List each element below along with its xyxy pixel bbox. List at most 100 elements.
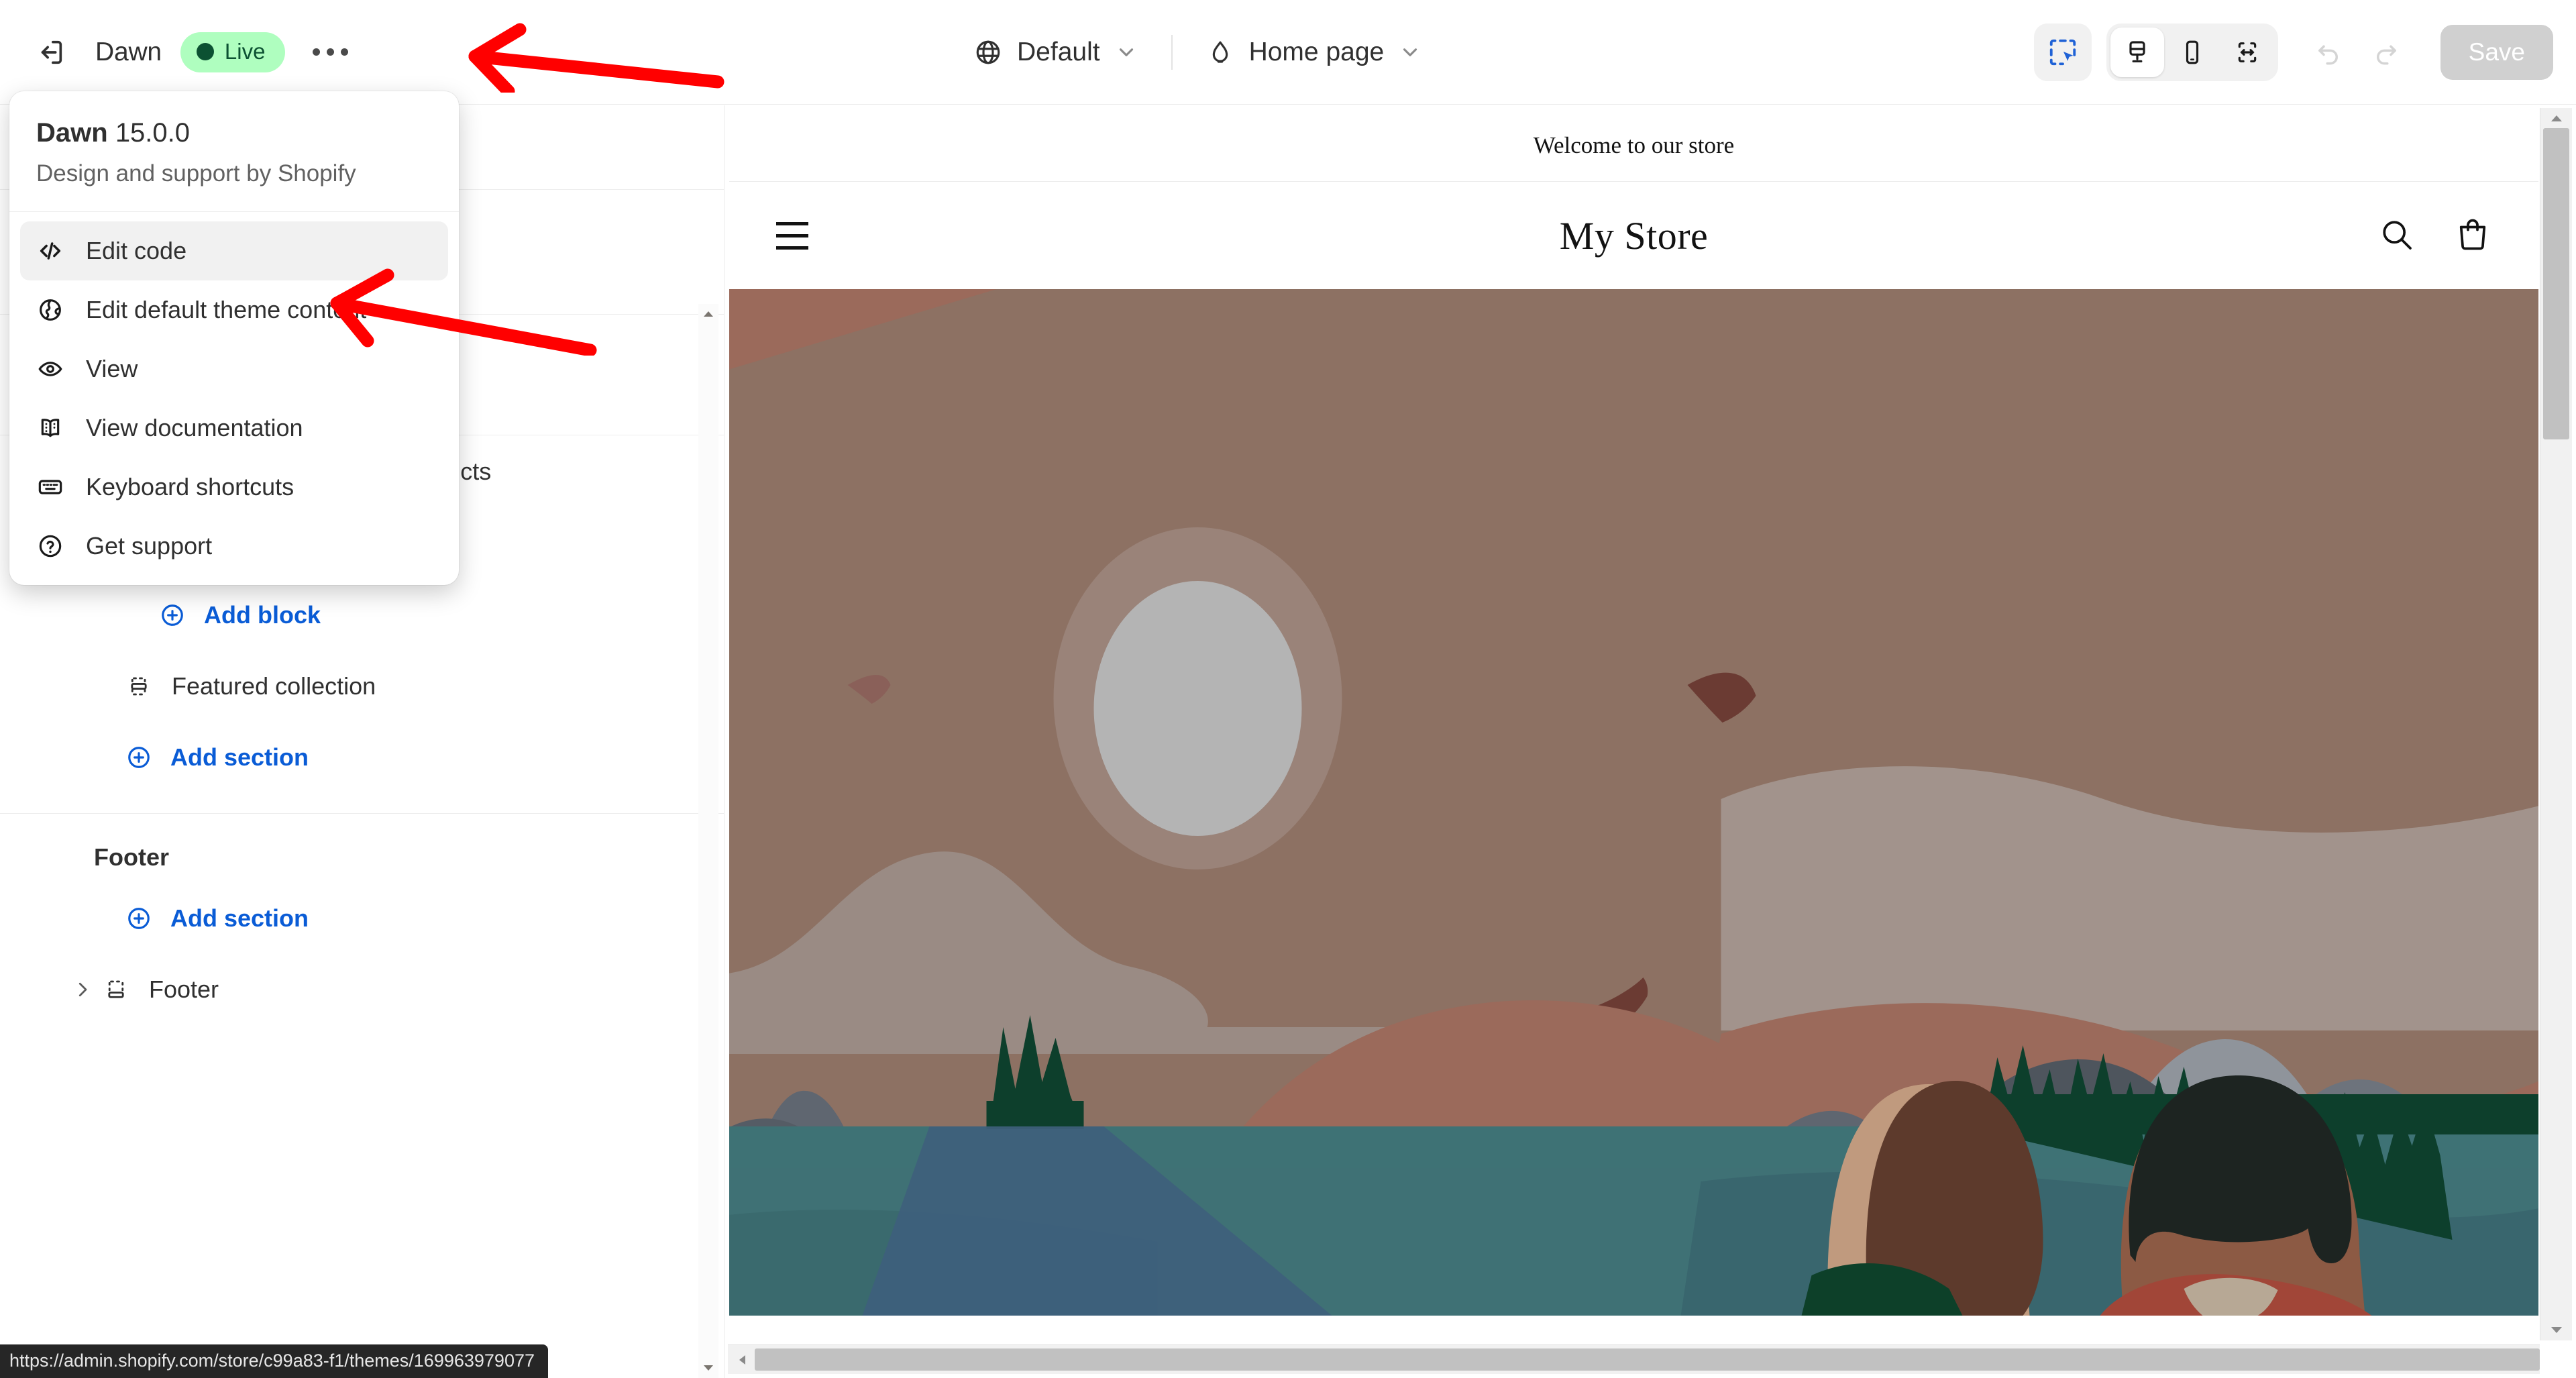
menu-item-view[interactable]: View [20, 339, 448, 399]
toolbar-left-group: Dawn Live [0, 25, 358, 80]
preview-frame: Welcome to our store My Store [729, 109, 2538, 1340]
sidebar-section-label: Featured collection [172, 672, 376, 700]
sidebar-scrollbar[interactable] [698, 304, 718, 1378]
add-block-button[interactable]: Add block [0, 580, 724, 650]
menu-item-view-documentation[interactable]: View documentation [20, 399, 448, 458]
select-tool-button[interactable] [2034, 23, 2092, 81]
menu-item-label: Get support [86, 532, 212, 560]
menu-item-label: View [86, 355, 138, 383]
globe-icon [974, 38, 1002, 66]
status-badge-label: Live [225, 39, 266, 64]
page-selector[interactable]: Home page [1191, 28, 1437, 76]
add-section-button-footer[interactable]: Add section [0, 884, 724, 953]
theme-name-label: Dawn [95, 38, 162, 67]
menu-theme-name: Dawn [36, 118, 108, 148]
storefront-preview: Welcome to our store My Store [725, 105, 2576, 1378]
status-badge: Live [180, 32, 286, 72]
device-mobile-button[interactable] [2165, 28, 2219, 77]
hero-illustration [729, 289, 2538, 1316]
book-icon [35, 413, 66, 443]
plus-circle-icon [121, 906, 157, 931]
theme-actions-menu: Dawn 15.0.0 Design and support by Shopif… [9, 91, 459, 585]
hamburger-icon[interactable] [776, 222, 808, 250]
section-icon [121, 674, 157, 698]
sidebar-group-title-footer: Footer [0, 814, 724, 884]
eye-icon [35, 354, 66, 384]
cart-icon[interactable] [2454, 215, 2491, 256]
scroll-down-arrow-icon[interactable] [2540, 1320, 2572, 1340]
header-actions [2377, 215, 2491, 256]
question-circle-icon [35, 531, 66, 562]
menu-item-label: Edit code [86, 237, 186, 265]
exit-editor-button[interactable] [23, 25, 78, 80]
preview-vertical-scrollbar[interactable] [2540, 108, 2572, 1340]
home-icon [1206, 38, 1234, 66]
device-preview-group [2106, 23, 2278, 81]
locale-selector[interactable]: Default [959, 28, 1152, 76]
sidebar-divider [0, 792, 724, 814]
preview-horizontal-scrollbar[interactable] [728, 1344, 2540, 1374]
top-toolbar: Dawn Live Default [0, 0, 2576, 105]
menu-item-keyboard-shortcuts[interactable]: Keyboard shortcuts [20, 458, 448, 517]
status-bar-url: https://admin.shopify.com/store/c99a83-f… [0, 1344, 548, 1378]
add-section-label: Add section [170, 904, 309, 933]
exit-icon [35, 37, 66, 68]
theme-editor-root: Dawn Live Default [0, 0, 2576, 1378]
chevron-right-icon[interactable] [67, 979, 98, 1000]
menu-items-list: Edit code Edit default theme content [9, 212, 459, 576]
preview-hscroll-thumb[interactable] [755, 1348, 2540, 1371]
undo-icon [2314, 38, 2343, 66]
menu-theme-subtitle: Design and support by Shopify [36, 160, 432, 187]
menu-item-label: Keyboard shortcuts [86, 473, 294, 501]
announcement-bar: Welcome to our store [729, 109, 2538, 182]
save-button[interactable]: Save [2440, 25, 2553, 80]
redo-icon [2372, 38, 2400, 66]
more-actions-button[interactable] [303, 25, 358, 80]
menu-item-edit-default-theme-content[interactable]: Edit default theme content [20, 280, 448, 339]
plus-circle-icon [121, 745, 157, 770]
menu-theme-version: 15.0.0 [115, 118, 190, 148]
ellipsis-icon [313, 48, 348, 56]
chevron-down-icon [1115, 41, 1138, 64]
status-dot-icon [197, 43, 214, 60]
sidebar-section-label: Footer [149, 975, 219, 1004]
select-tool-icon [2047, 37, 2078, 68]
scroll-down-arrow-icon[interactable] [698, 1358, 718, 1378]
device-fullwidth-button[interactable] [2220, 28, 2274, 77]
chevron-down-icon [1399, 41, 1421, 64]
menu-item-get-support[interactable]: Get support [20, 517, 448, 576]
search-icon[interactable] [2377, 215, 2415, 256]
menu-item-label: View documentation [86, 414, 303, 442]
mobile-icon [2179, 39, 2206, 66]
scroll-up-arrow-icon[interactable] [698, 304, 718, 324]
menu-item-label: Edit default theme content [86, 296, 366, 324]
menu-item-edit-code[interactable]: Edit code [20, 221, 448, 280]
full-width-icon [2234, 39, 2261, 66]
preview-vscroll-thumb[interactable] [2543, 128, 2569, 439]
add-block-label: Add block [204, 601, 321, 629]
menu-theme-title: Dawn 15.0.0 [36, 118, 432, 148]
sidebar-section-featured-collection[interactable]: Featured collection [0, 650, 724, 723]
plus-circle-icon [154, 602, 191, 628]
locale-label: Default [1017, 38, 1100, 67]
toolbar-right-group: Save [2034, 0, 2553, 105]
scroll-up-arrow-icon[interactable] [2540, 108, 2572, 128]
store-name: My Store [729, 213, 2538, 258]
undo-button[interactable] [2304, 28, 2353, 77]
add-section-button-template[interactable]: Add section [0, 723, 724, 792]
toolbar-center-group: Default Home page [959, 0, 1436, 105]
scroll-left-arrow-icon[interactable] [729, 1345, 755, 1374]
add-section-label: Add section [170, 743, 309, 772]
hero-illustration-art [729, 289, 2538, 1316]
menu-header: Dawn 15.0.0 Design and support by Shopif… [9, 91, 459, 212]
globe-icon [35, 295, 66, 325]
history-controls [2304, 28, 2411, 77]
device-desktop-button[interactable] [2110, 28, 2164, 77]
toolbar-divider [1171, 35, 1173, 70]
redo-button[interactable] [2361, 28, 2411, 77]
page-label: Home page [1249, 38, 1385, 67]
storefront-header: My Store [729, 182, 2538, 289]
sidebar-section-footer[interactable]: Footer [0, 953, 724, 1026]
keyboard-icon [35, 472, 66, 502]
desktop-icon [2124, 39, 2151, 66]
